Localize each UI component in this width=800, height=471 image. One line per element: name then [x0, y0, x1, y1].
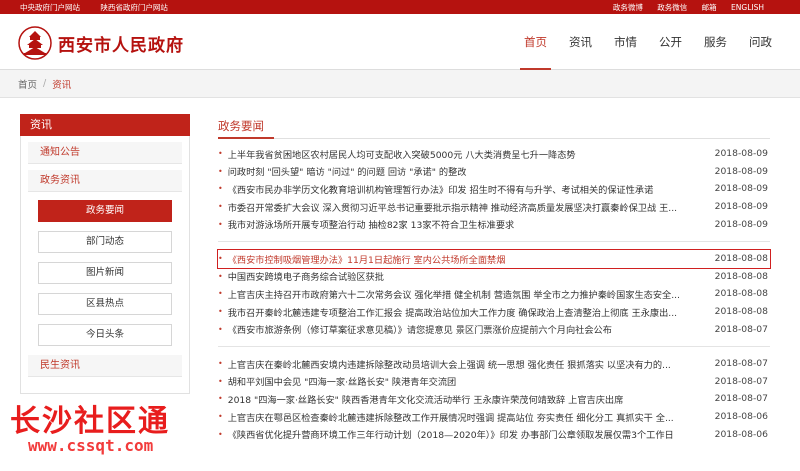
section-title: 政务要闻	[218, 118, 770, 139]
subnav-district-hotspots[interactable]: 区县热点	[38, 293, 172, 315]
sidebar-item-gov-news[interactable]: 政务资讯	[28, 170, 182, 192]
list-item[interactable]: • 问政时刻 "回头望" 暗访 "问过" 的问题 回访 "承诺" 的整改 2018-…	[218, 163, 770, 181]
list-item[interactable]: • 我市召开秦岭北麓违建专项整治工作汇报会 提高政治站位加大工作力度 确保政治上查…	[218, 303, 770, 321]
nav-news[interactable]: 资讯	[569, 14, 592, 70]
watermark: 长沙社区通 www.cssqt.com	[10, 396, 220, 471]
list-item[interactable]: • 《陕西省优化提升营商环境工作三年行动计划（2018—2020年）》印发 办事部…	[218, 425, 770, 443]
news-list-3: • 上官吉庆在秦岭北麓西安境内违建拆除整改动员培训大会上强调 统一思想 强化责任 …	[218, 355, 770, 443]
main-content: 政务要闻 • 上半年我省贫困地区农村居民人均可支配收入突破5000元 八大类消费呈…	[217, 118, 771, 443]
list-divider	[218, 240, 770, 242]
list-item[interactable]: • 2018 "四海一家·丝路长安" 陕西香港青年文化交流活动举行 王永康许荣茂何…	[218, 390, 770, 408]
news-list-2: • 《西安市控制吸烟管理办法》11月1日起施行 室内公共场所全面禁烟 2018-08…	[217, 248, 771, 338]
subnav-gov-headlines[interactable]: 政务要闻	[38, 200, 172, 222]
bullet-icon: •	[218, 376, 223, 386]
breadcrumb-current[interactable]: 资讯	[52, 77, 71, 91]
breadcrumb-separator: /	[43, 78, 47, 89]
nav-public[interactable]: 公开	[659, 14, 682, 70]
news-list-1: • 上半年我省贫困地区农村居民人均可支配收入突破5000元 八大类消费呈七升一降态…	[218, 145, 770, 233]
bullet-icon: •	[218, 324, 223, 334]
site-name: 西安市人民政府	[58, 35, 184, 56]
sidebar-item-livelihood[interactable]: 民生资讯	[28, 355, 182, 377]
bullet-icon: •	[218, 149, 223, 159]
watermark-url: www.cssqt.com	[28, 436, 154, 455]
bullet-icon: •	[218, 166, 223, 176]
sidebar: 资讯 通知公告 政务资讯 政务要闻 部门动态 图片新闻 区县热点 今日头条 民生…	[20, 114, 190, 394]
link-weibo[interactable]: 政务微博	[613, 3, 643, 12]
bullet-icon: •	[218, 307, 223, 317]
link-shaanxi-gov[interactable]: 陕西省政府门户网站	[100, 3, 168, 12]
list-item[interactable]: • 市委召开常委扩大会议 深入贯彻习近平总书记重要批示指示精神 推动经济高质量发展…	[218, 198, 770, 216]
subnav-photo-news[interactable]: 图片新闻	[38, 262, 172, 284]
bullet-icon: •	[218, 271, 223, 281]
sidebar-title: 资讯	[20, 114, 190, 136]
link-mail[interactable]: 邮箱	[702, 3, 717, 12]
nav-inquiry[interactable]: 问政	[749, 14, 772, 70]
bullet-icon: •	[218, 254, 223, 264]
top-links-left: 中央政府门户网站 陕西省政府门户网站	[20, 2, 186, 13]
list-item[interactable]: • 《西安市民办非学历文化教育培训机构管理暂行办法》印发 招生时不得有与升学、考试…	[218, 180, 770, 198]
list-item[interactable]: • 上半年我省贫困地区农村居民人均可支配收入突破5000元 八大类消费呈七升一降态…	[218, 145, 770, 163]
subnav-today-headlines[interactable]: 今日头条	[38, 324, 172, 346]
list-item[interactable]: • 上官吉庆在秦岭北麓西安境内违建拆除整改动员培训大会上强调 统一思想 强化责任 …	[218, 355, 770, 373]
bell-tower-emblem-icon	[18, 26, 52, 60]
top-links-right: 政务微博 政务微信 邮箱 ENGLISH	[613, 2, 764, 13]
nav-city-info[interactable]: 市情	[614, 14, 637, 70]
list-item[interactable]: • 上官吉庆在鄠邑区检查秦岭北麓违建拆除整改工作开展情况时强调 提高站位 夯实责任…	[218, 408, 770, 426]
breadcrumb-home[interactable]: 首页	[18, 77, 37, 91]
list-item-highlighted[interactable]: • 《西安市控制吸烟管理办法》11月1日起施行 室内公共场所全面禁烟 2018-08…	[217, 248, 771, 269]
link-central-gov[interactable]: 中央政府门户网站	[20, 3, 80, 12]
link-english[interactable]: ENGLISH	[731, 3, 764, 12]
nav-home[interactable]: 首页	[520, 14, 551, 70]
top-utility-bar: 中央政府门户网站 陕西省政府门户网站 政务微博 政务微信 邮箱 ENGLISH	[0, 0, 800, 14]
list-item[interactable]: • 中国西安跨境电子商务综合试验区获批 2018-08-08	[218, 268, 770, 286]
main-nav: 首页 资讯 市情 公开 服务 问政	[502, 14, 772, 70]
site-header: 西安市人民政府 首页 资讯 市情 公开 服务 问政	[0, 14, 800, 70]
breadcrumb: 首页 / 资讯	[0, 70, 800, 98]
list-item[interactable]: • 《西安市旅游条例（修订草案征求意见稿）》请您提意见 景区门票涨价应提前六个月向…	[218, 320, 770, 338]
nav-service[interactable]: 服务	[704, 14, 727, 70]
site-logo[interactable]: 西安市人民政府	[18, 26, 184, 60]
list-item[interactable]: • 胡和平刘国中会见 "四海一家·丝路长安" 陕港青年交流团 2018-08-07	[218, 373, 770, 391]
sidebar-body: 通知公告 政务资讯 政务要闻 部门动态 图片新闻 区县热点 今日头条 民生资讯	[20, 136, 190, 394]
list-item[interactable]: • 我市对游泳场所开展专项整治行动 抽检82家 13家不符合卫生标准要求 2018-…	[218, 215, 770, 233]
watermark-text: 长沙社区通	[10, 404, 170, 439]
sidebar-item-notices[interactable]: 通知公告	[28, 142, 182, 164]
list-item[interactable]: • 上官吉庆主持召开市政府第六十二次常务会议 强化举措 健全机制 营造氛围 举全市…	[218, 285, 770, 303]
bullet-icon: •	[218, 184, 223, 194]
link-wechat[interactable]: 政务微信	[657, 3, 687, 12]
bullet-icon: •	[218, 219, 223, 229]
bullet-icon: •	[218, 202, 223, 212]
list-divider	[218, 345, 770, 347]
bullet-icon: •	[218, 289, 223, 299]
sidebar-subnav: 政务要闻 部门动态 图片新闻 区县热点 今日头条	[38, 200, 172, 346]
subnav-department-news[interactable]: 部门动态	[38, 231, 172, 253]
bullet-icon: •	[218, 359, 223, 369]
